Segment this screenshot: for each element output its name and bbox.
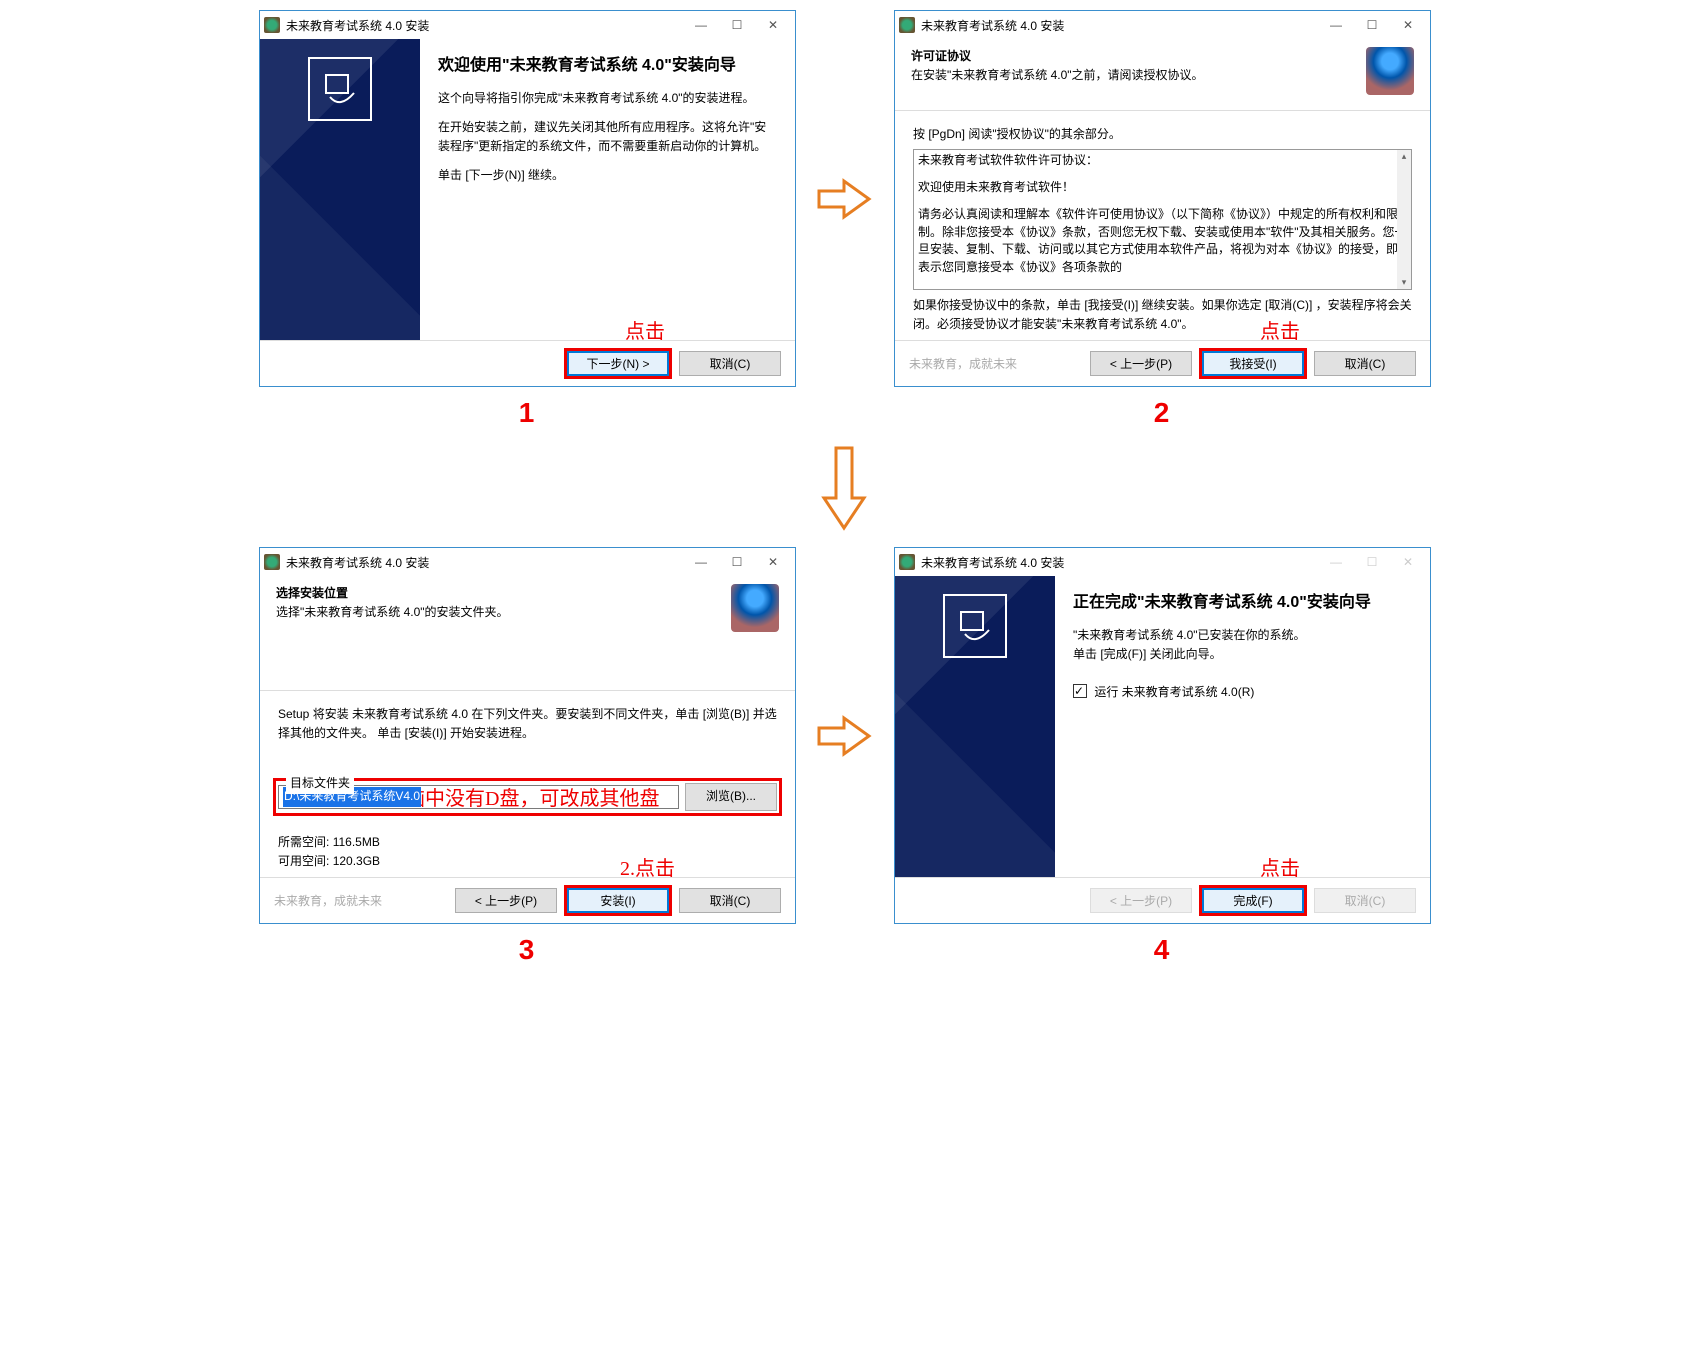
cancel-button[interactable]: 取消(C)	[1314, 351, 1416, 376]
welcome-content: 欢迎使用"未来教育考试系统 4.0"安装向导 这个向导将指引你完成"未来教育考试…	[420, 39, 795, 340]
minimize-button[interactable]: —	[683, 551, 719, 573]
welcome-heading: 欢迎使用"未来教育考试系统 4.0"安装向导	[438, 53, 777, 79]
back-button[interactable]: < 上一步(P)	[1090, 351, 1192, 376]
installer-step3: 未来教育考试系统 4.0 安装 — ☐ ✕ 选择安装位置 选择"未来教育考试系统…	[259, 547, 796, 924]
maximize-button: ☐	[1354, 551, 1390, 573]
close-button: ✕	[1390, 551, 1426, 573]
cancel-button[interactable]: 取消(C)	[679, 351, 781, 376]
space-required-label: 所需空间:	[278, 835, 329, 849]
back-button[interactable]: < 上一步(P)	[455, 888, 557, 913]
finish-heading: 正在完成"未来教育考试系统 4.0"安装向导	[1073, 590, 1412, 616]
back-button: < 上一步(P)	[1090, 888, 1192, 913]
checkbox-icon[interactable]	[1073, 684, 1087, 698]
install-button[interactable]: 安装(I)	[567, 888, 669, 913]
slogan: 未来教育，成就未来	[274, 892, 445, 909]
installer-logo	[308, 57, 372, 121]
step-number-1: 1	[259, 397, 794, 429]
anno-click2: 2.点击	[620, 852, 675, 881]
step-number-3: 3	[259, 934, 794, 966]
maximize-button[interactable]: ☐	[719, 14, 755, 36]
window-title: 未来教育考试系统 4.0 安装	[286, 17, 683, 34]
installer-step2: 未来教育考试系统 4.0 安装 — ☐ ✕ 许可证协议 在安装"未来教育考试系统…	[894, 10, 1431, 387]
titlebar: 未来教育考试系统 4.0 安装 — ☐ ✕	[260, 11, 795, 39]
location-subtitle: 选择"未来教育考试系统 4.0"的安装文件夹。	[276, 603, 723, 622]
footer: 下一步(N) > 取消(C)	[260, 340, 795, 386]
header-pane: 许可证协议 在安装"未来教育考试系统 4.0"之前，请阅读授权协议。	[895, 39, 1430, 111]
cancel-button[interactable]: 取消(C)	[679, 888, 781, 913]
app-icon	[264, 17, 280, 33]
box-icon	[1366, 47, 1414, 95]
minimize-button[interactable]: —	[1318, 14, 1354, 36]
license-textbox[interactable]: 未来教育考试软件软件许可协议： 欢迎使用未来教育考试软件！ 请务必认真阅读和理解…	[913, 149, 1412, 290]
footer: 未来教育，成就未来 < 上一步(P) 我接受(I) 取消(C)	[895, 340, 1430, 386]
arrow-right-2	[804, 706, 884, 766]
app-icon	[899, 554, 915, 570]
finish-content: 正在完成"未来教育考试系统 4.0"安装向导 "未来教育考试系统 4.0"已安装…	[1055, 576, 1430, 877]
next-button[interactable]: 下一步(N) >	[567, 351, 669, 376]
close-button[interactable]: ✕	[755, 14, 791, 36]
installer-step4: 未来教育考试系统 4.0 安装 — ☐ ✕ 正在完成"未来教育考试系统 4.0"…	[894, 547, 1431, 924]
titlebar: 未来教育考试系统 4.0 安装 — ☐ ✕	[895, 11, 1430, 39]
maximize-button[interactable]: ☐	[1354, 14, 1390, 36]
side-panel	[895, 576, 1055, 877]
maximize-button[interactable]: ☐	[719, 551, 755, 573]
welcome-p2: 在开始安装之前，建议先关闭其他所有应用程序。这将允许"安装程序"更新指定的系统文…	[438, 118, 777, 156]
welcome-p1: 这个向导将指引你完成"未来教育考试系统 4.0"的安装进程。	[438, 89, 777, 108]
footer: 未来教育，成就未来 < 上一步(P) 安装(I) 取消(C)	[260, 877, 795, 923]
run-checkbox-label: 运行 未来教育考试系统 4.0(R)	[1094, 685, 1254, 699]
license-title: 许可证协议	[911, 47, 1358, 66]
step-number-4: 4	[894, 934, 1429, 966]
license-post: 如果你接受协议中的条款，单击 [我接受(I)] 继续安装。如果你选定 [取消(C…	[913, 296, 1412, 334]
installer-step1: 未来教育考试系统 4.0 安装 — ☐ ✕ 欢迎使用"未来教育考试系统 4.0"…	[259, 10, 796, 387]
license-hint: 按 [PgDn] 阅读"授权协议"的其余部分。	[913, 125, 1412, 144]
anno-click: 点击	[625, 315, 665, 344]
window-title: 未来教育考试系统 4.0 安装	[921, 554, 1318, 571]
side-panel	[260, 39, 420, 340]
arrow-down	[259, 439, 1429, 537]
minimize-button: —	[1318, 551, 1354, 573]
accept-button[interactable]: 我接受(I)	[1202, 351, 1304, 376]
window-title: 未来教育考试系统 4.0 安装	[921, 17, 1318, 34]
license-body: 按 [PgDn] 阅读"授权协议"的其余部分。 未来教育考试软件软件许可协议： …	[895, 111, 1430, 340]
step-number-2: 2	[894, 397, 1429, 429]
installer-logo	[943, 594, 1007, 658]
location-body: Setup 将安装 未来教育考试系统 4.0 在下列文件夹。要安装到不同文件夹，…	[260, 691, 795, 877]
anno-click: 点击	[1260, 315, 1300, 344]
arrow-right-1	[804, 169, 884, 229]
location-instr: Setup 将安装 未来教育考试系统 4.0 在下列文件夹。要安装到不同文件夹，…	[278, 705, 777, 743]
app-icon	[899, 17, 915, 33]
window-title: 未来教育考试系统 4.0 安装	[286, 554, 683, 571]
box-icon	[731, 584, 779, 632]
browse-button[interactable]: 浏览(B)...	[685, 783, 777, 810]
header-pane: 选择安装位置 选择"未来教育考试系统 4.0"的安装文件夹。	[260, 576, 795, 691]
anno-click: 点击	[1260, 852, 1300, 881]
titlebar: 未来教育考试系统 4.0 安装 — ☐ ✕	[895, 548, 1430, 576]
finish-p1: "未来教育考试系统 4.0"已安装在你的系统。 单击 [完成(F)] 关闭此向导…	[1073, 626, 1412, 664]
space-available-value: 120.3GB	[333, 854, 380, 868]
titlebar: 未来教育考试系统 4.0 安装 — ☐ ✕	[260, 548, 795, 576]
location-title: 选择安装位置	[276, 584, 723, 603]
finish-button[interactable]: 完成(F)	[1202, 888, 1304, 913]
scrollbar[interactable]	[1397, 150, 1411, 289]
slogan: 未来教育，成就未来	[909, 355, 1080, 372]
space-required-value: 116.5MB	[333, 835, 380, 849]
app-icon	[264, 554, 280, 570]
license-subtitle: 在安装"未来教育考试系统 4.0"之前，请阅读授权协议。	[911, 66, 1358, 85]
close-button[interactable]: ✕	[755, 551, 791, 573]
close-button[interactable]: ✕	[1390, 14, 1426, 36]
run-checkbox-row[interactable]: 运行 未来教育考试系统 4.0(R)	[1073, 682, 1412, 702]
minimize-button[interactable]: —	[683, 14, 719, 36]
footer: < 上一步(P) 完成(F) 取消(C)	[895, 877, 1430, 923]
welcome-p3: 单击 [下一步(N)] 继续。	[438, 166, 777, 185]
space-available-label: 可用空间:	[278, 854, 329, 868]
dest-folder-label: 目标文件夹	[286, 774, 354, 793]
cancel-button: 取消(C)	[1314, 888, 1416, 913]
dest-folder-group: 目标文件夹 D:\未来教育考试系统V4.0 浏览(B)...	[278, 783, 777, 810]
